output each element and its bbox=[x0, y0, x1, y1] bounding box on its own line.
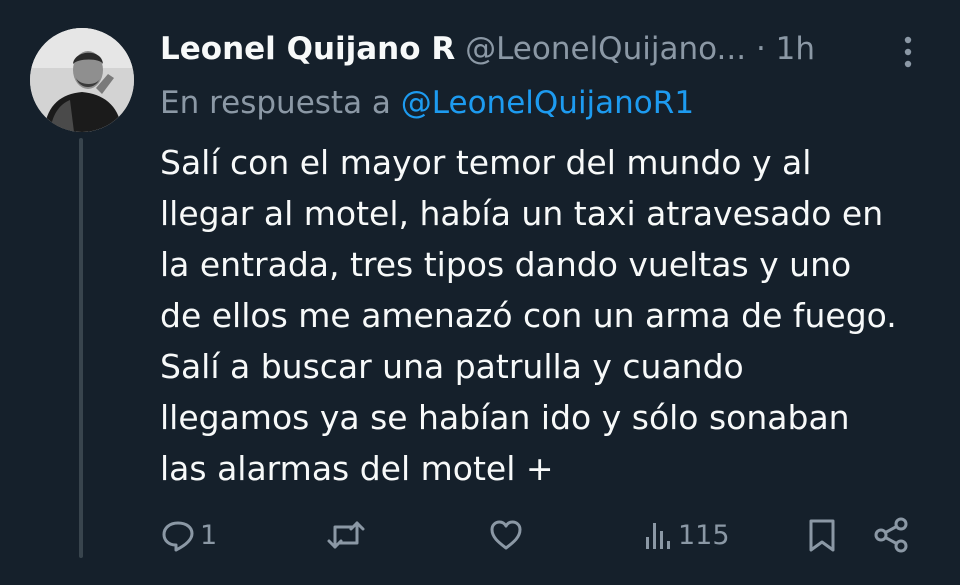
tweet-text-line: Salí con el mayor temor del mundo y al bbox=[160, 143, 812, 182]
separator-dot: · bbox=[755, 31, 766, 67]
tweet-text-line: llegar al motel, había un taxi atravesad… bbox=[160, 194, 884, 233]
heart-icon bbox=[490, 520, 522, 550]
reply-icon bbox=[162, 521, 194, 552]
more-options-icon[interactable] bbox=[896, 34, 920, 70]
reply-button[interactable]: 1 bbox=[160, 508, 217, 562]
display-name[interactable]: Leonel Quijano R bbox=[160, 31, 455, 67]
reply-context: En respuesta a @LeonelQuijanoR1 bbox=[160, 80, 694, 126]
tweet-text: Salí con el mayor temor del mundo y al l… bbox=[160, 137, 940, 494]
tweet: Leonel Quijano R @LeonelQuijano... · 1h … bbox=[0, 0, 960, 585]
tweet-text-line: Salí a buscar una patrulla y cuando bbox=[160, 347, 744, 386]
thread-line bbox=[79, 138, 83, 558]
share-button[interactable] bbox=[872, 508, 912, 562]
bookmark-icon bbox=[809, 519, 835, 552]
views-button[interactable]: 115 bbox=[644, 508, 730, 562]
tweet-text-line: llegamos ya se habían ido y sólo sonaban bbox=[160, 398, 850, 437]
avatar-photo bbox=[30, 28, 134, 132]
action-bar: 1 115 bbox=[0, 508, 960, 562]
tweet-header: Leonel Quijano R @LeonelQuijano... · 1h bbox=[160, 24, 940, 74]
timestamp[interactable]: 1h bbox=[776, 31, 815, 67]
retweet-icon bbox=[327, 521, 365, 549]
tweet-text-line: las alarmas del motel + bbox=[160, 449, 554, 488]
views-count: 115 bbox=[678, 519, 730, 551]
retweet-button[interactable] bbox=[326, 508, 366, 562]
tweet-text-line: la entrada, tres tipos dando vueltas y u… bbox=[160, 245, 852, 284]
views-icon bbox=[646, 523, 670, 549]
avatar[interactable] bbox=[30, 28, 134, 132]
reply-prefix: En respuesta a bbox=[160, 85, 391, 121]
reply-count: 1 bbox=[200, 519, 218, 551]
tweet-text-line: de ellos me amenazó con un arma de fuego… bbox=[160, 296, 897, 335]
like-button[interactable] bbox=[488, 508, 524, 562]
share-icon bbox=[874, 517, 908, 553]
user-handle[interactable]: @LeonelQuijano... bbox=[465, 31, 746, 67]
reply-to-link[interactable]: @LeonelQuijanoR1 bbox=[401, 85, 694, 121]
bookmark-button[interactable] bbox=[806, 508, 838, 562]
